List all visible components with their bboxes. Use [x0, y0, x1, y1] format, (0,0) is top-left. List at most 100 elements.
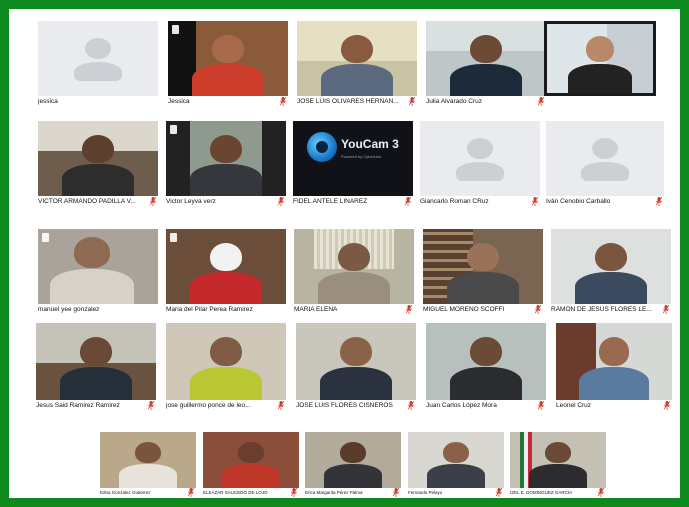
participant-name: Julia Alvarado Cruz — [426, 98, 482, 105]
video-feed — [166, 323, 286, 400]
participant-name: Victor Leyva verz — [166, 198, 216, 205]
participant-tile[interactable]: Maria del Pilar Perea Ramirez — [166, 229, 286, 315]
participant-tile[interactable]: manuel yee gonzalez — [38, 229, 158, 315]
active-speaker-tile[interactable] — [544, 21, 656, 96]
video-feed — [551, 229, 671, 304]
video-feed — [38, 229, 158, 304]
youcam-placeholder: YouCam 3 Powered by CyberLink — [293, 121, 413, 196]
video-feed — [510, 432, 606, 488]
participant-tile[interactable]: JOSE LUIS OLIVARES HERNAN... — [297, 21, 417, 107]
mic-muted-icon — [188, 488, 194, 497]
video-feed — [38, 121, 158, 196]
participant-tile[interactable]: Jessica — [168, 21, 288, 107]
avatar-placeholder — [420, 121, 540, 196]
participant-tile[interactable]: Iván Cenobio Carballo — [546, 121, 664, 207]
mic-muted-icon — [535, 305, 541, 314]
participant-tile[interactable]: JOSE LUIS FLORES CISNEROS — [296, 323, 416, 411]
mic-muted-icon — [408, 401, 414, 410]
mic-muted-icon — [496, 488, 502, 497]
video-feed — [297, 21, 417, 96]
participant-name: RAMON DE JESUS FLORES LE... — [551, 306, 652, 313]
mic-muted-icon — [532, 197, 538, 206]
participant-tile[interactable]: Julia Alvarado Cruz — [426, 21, 546, 107]
video-feed — [426, 323, 546, 400]
avatar-placeholder — [546, 121, 664, 196]
participant-tile[interactable]: MIGUEL MORENO SCOFFI — [423, 229, 543, 315]
participant-name: Iván Cenobio Carballo — [546, 198, 611, 205]
mic-muted-icon — [409, 97, 415, 106]
participant-name: MARIA ELENA — [294, 306, 338, 313]
mic-muted-icon — [664, 401, 670, 410]
participant-tile[interactable]: Fernando Pelayo — [408, 432, 504, 498]
mic-muted-icon — [663, 305, 669, 314]
participant-name: Jesus Said Ramirez Ramirez — [36, 402, 120, 409]
participant-name: Erica Margarita Pérez Palma — [305, 490, 363, 495]
mic-muted-icon — [278, 401, 284, 410]
camera-icon — [170, 125, 177, 134]
participant-name: MIGUEL MORENO SCOFFI — [423, 306, 505, 313]
participant-name: FIDEL ANTELE LINAREZ — [293, 198, 368, 205]
participant-name: Leonel Cruz — [556, 402, 592, 409]
participant-tile[interactable]: Edna Gonzalez Gutierrez — [100, 432, 196, 498]
participant-tile[interactable]: Erica Margarita Pérez Palma — [305, 432, 401, 498]
participant-name: Giancarlo Roman CRuz — [420, 198, 489, 205]
participant-tile[interactable]: MARIA ELENA — [294, 229, 414, 315]
mic-muted-icon — [291, 488, 297, 497]
mic-muted-icon — [405, 197, 411, 206]
camera-icon — [170, 233, 177, 242]
video-feed — [166, 229, 286, 304]
video-feed — [166, 121, 286, 196]
participant-tile[interactable]: IZEL E. DOMÍNGUEZ GARCÍA — [510, 432, 606, 498]
participant-tile[interactable]: Leonel Cruz — [556, 323, 672, 411]
mic-muted-icon — [538, 401, 544, 410]
participant-name: VICTOR ARMANDO PADILLA V... — [38, 198, 136, 205]
participant-tile[interactable]: jose guillermo ponce de leo... — [166, 323, 286, 411]
video-feed — [556, 323, 672, 400]
video-feed — [305, 432, 401, 488]
participant-name: IZEL E. DOMÍNGUEZ GARCÍA — [510, 490, 573, 495]
video-feed — [100, 432, 196, 488]
video-feed — [296, 323, 416, 400]
video-feed — [423, 229, 543, 304]
mic-muted-icon — [598, 488, 604, 497]
video-feed — [547, 24, 653, 93]
participant-name: Jessica — [168, 98, 190, 105]
avatar-placeholder — [38, 21, 158, 96]
participant-name: Edna Gonzalez Gutierrez — [100, 490, 151, 495]
mic-muted-icon — [538, 97, 544, 106]
camera-icon — [172, 25, 179, 34]
participant-tile[interactable]: YouCam 3 Powered by CyberLink FIDEL ANTE… — [293, 121, 413, 207]
participant-tile[interactable]: Jesus Said Ramirez Ramirez — [36, 323, 156, 411]
mic-muted-icon — [656, 197, 662, 206]
participant-tile[interactable]: RAMON DE JESUS FLORES LE... — [551, 229, 671, 315]
participant-name: Fernando Pelayo — [408, 490, 443, 495]
video-feed — [36, 323, 156, 400]
mic-muted-icon — [406, 305, 412, 314]
camera-icon — [42, 233, 49, 242]
video-feed — [408, 432, 504, 488]
youcam-tagline: Powered by CyberLink — [341, 154, 382, 159]
mic-muted-icon — [280, 97, 286, 106]
video-feed — [294, 229, 414, 304]
video-feed — [426, 21, 546, 96]
video-feed — [203, 432, 299, 488]
participant-name: ELEAZAR SAUCEDO DE LOJO — [203, 490, 268, 495]
video-feed — [168, 21, 288, 96]
participant-tile[interactable]: jessica — [38, 21, 158, 107]
participant-tile[interactable]: VICTOR ARMANDO PADILLA V... — [38, 121, 158, 207]
mic-muted-icon — [150, 197, 156, 206]
participant-name: Maria del Pilar Perea Ramirez — [166, 306, 253, 313]
mic-muted-icon — [393, 488, 399, 497]
participant-name: Juan Carlos López Mora — [426, 402, 497, 409]
participant-tile[interactable]: Juan Carlos López Mora — [426, 323, 546, 411]
participant-name: JOSE LUIS FLORES CISNEROS — [296, 402, 393, 409]
participant-tile[interactable]: ELEAZAR SAUCEDO DE LOJO — [203, 432, 299, 498]
webcam-logo-icon — [307, 132, 337, 162]
mic-muted-icon — [278, 197, 284, 206]
participant-tile[interactable]: Giancarlo Roman CRuz — [420, 121, 540, 207]
youcam-brand: YouCam 3 — [341, 137, 399, 151]
participant-name: jessica — [38, 98, 58, 105]
participant-name: manuel yee gonzalez — [38, 306, 100, 313]
participant-tile[interactable]: Victor Leyva verz — [166, 121, 286, 207]
mic-muted-icon — [148, 401, 154, 410]
